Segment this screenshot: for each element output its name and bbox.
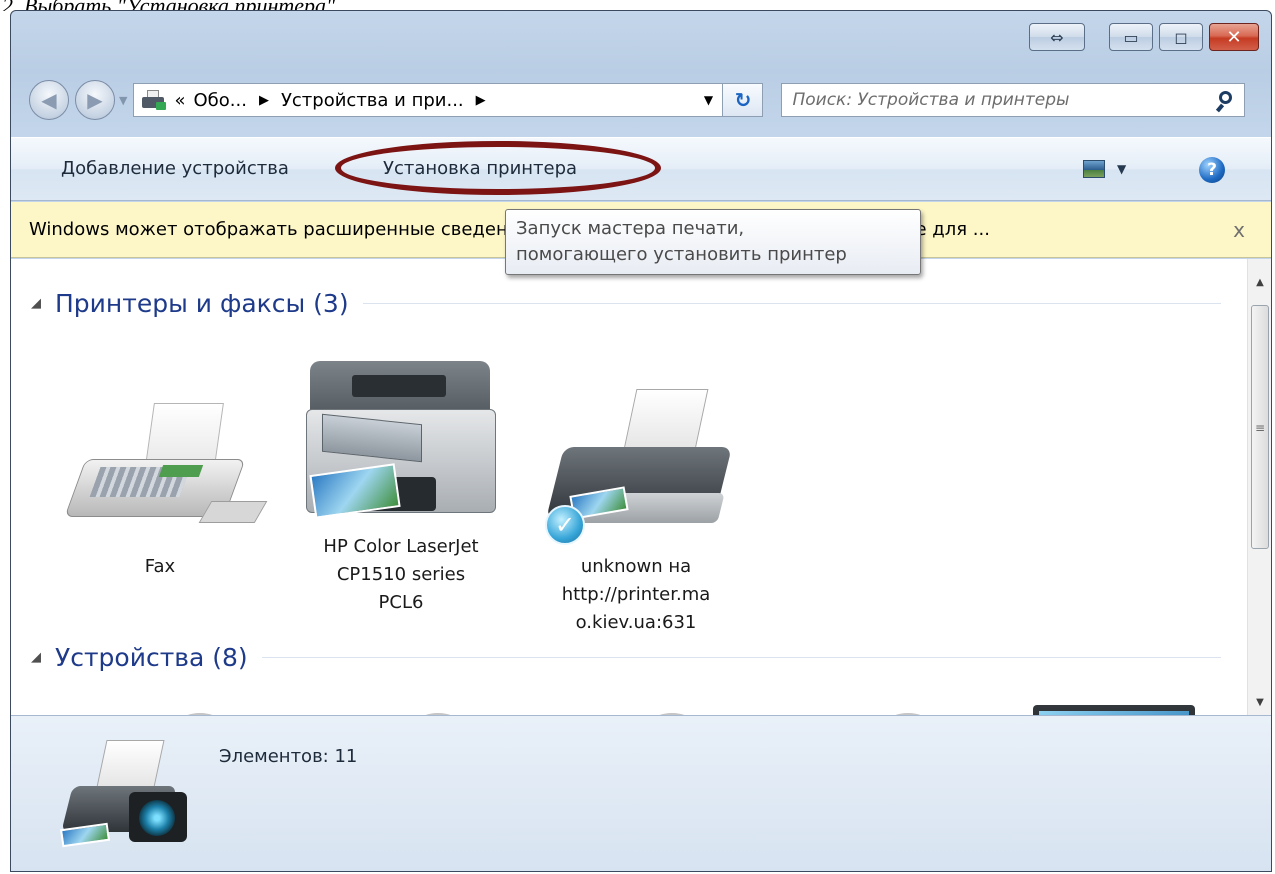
- device-label: o.kiev.ua:631: [575, 612, 697, 633]
- device-label: unknown на: [580, 556, 692, 577]
- scroll-down-icon[interactable]: ▼: [1248, 691, 1271, 715]
- maximize-button[interactable]: ◻: [1159, 23, 1203, 51]
- back-button[interactable]: ◀: [29, 80, 69, 120]
- close-button[interactable]: ✕: [1209, 23, 1259, 51]
- group-header-devices[interactable]: ◢ Устройства (8): [31, 643, 1221, 672]
- group-divider: [261, 657, 1221, 658]
- item-count: Элементов: 11: [219, 746, 358, 767]
- scroll-thumb[interactable]: ≡: [1251, 305, 1269, 549]
- view-dropdown-icon[interactable]: ▼: [1117, 162, 1126, 176]
- search-input[interactable]: [792, 90, 1211, 110]
- info-bar-close-icon[interactable]: x: [1233, 202, 1245, 258]
- breadcrumb-control-panel[interactable]: Обо...: [193, 90, 246, 111]
- default-printer-check-icon: ✓: [545, 505, 585, 545]
- install-printer-tooltip: Запуск мастера печати, помогающего устан…: [505, 209, 921, 275]
- view-icon: [1083, 160, 1105, 178]
- devices-printers-icon: [140, 89, 168, 111]
- device-item-fax[interactable]: Fax: [64, 381, 268, 581]
- resize-button[interactable]: ⇔: [1029, 23, 1085, 51]
- minimize-button[interactable]: ▭: [1109, 23, 1153, 51]
- collapse-icon[interactable]: ◢: [31, 296, 41, 311]
- collapse-icon[interactable]: ◢: [31, 650, 41, 665]
- command-bar: Добавление устройства Установка принтера…: [11, 137, 1271, 201]
- device-label: http://printer.ma: [561, 584, 711, 605]
- multifunction-printer-icon: [306, 361, 496, 529]
- install-printer-button[interactable]: Установка принтера: [383, 158, 577, 179]
- tooltip-line-1: Запуск мастера печати,: [516, 218, 745, 239]
- device-item-hp-color-laserjet[interactable]: HP Color LaserJet CP1510 series PCL6: [306, 361, 496, 617]
- group-divider: [362, 303, 1221, 304]
- devices-printers-large-icon: [57, 740, 187, 850]
- address-bar[interactable]: « Обо... ▶ Устройства и при... ▶ ▼: [133, 83, 724, 117]
- forward-button[interactable]: ▶: [75, 80, 115, 120]
- recent-pages-button[interactable]: ▼: [119, 94, 127, 107]
- search-box: [781, 83, 1246, 117]
- group-title-printers[interactable]: Принтеры и факсы (3): [55, 289, 349, 318]
- navigation-row: ◀ ▶ ▼ « Обо... ▶ Устройства и при... ▶ ▼…: [29, 79, 1261, 121]
- caption-buttons: ⇔ ▭ ◻ ✕: [1029, 23, 1259, 51]
- tooltip-line-2: помогающего установить принтер: [516, 244, 847, 265]
- group-title-devices[interactable]: Устройства (8): [55, 643, 248, 672]
- printer-icon: ✓: [541, 381, 732, 549]
- explorer-window: ⇔ ▭ ◻ ✕ ◀ ▶ ▼ « Обо... ▶ Устройства и пр…: [10, 10, 1272, 872]
- monitor-icon[interactable]: [1033, 705, 1195, 715]
- search-icon[interactable]: [1210, 85, 1244, 115]
- device-item-unknown-printer[interactable]: ✓ unknown на http://printer.ma o.kiev.ua…: [541, 381, 732, 637]
- breadcrumb-separator-icon[interactable]: ▶: [259, 93, 269, 108]
- details-pane: Элементов: 11: [11, 715, 1271, 871]
- group-header-printers[interactable]: ◢ Принтеры и факсы (3): [31, 289, 1221, 318]
- add-device-button[interactable]: Добавление устройства: [61, 158, 289, 179]
- change-view-button[interactable]: ▼: [1083, 160, 1126, 178]
- device-label: CP1510 series: [336, 564, 466, 585]
- forward-arrow-icon: ▶: [87, 88, 103, 112]
- device-list: ◢ Принтеры и факсы (3) Fax HP Color Lase…: [11, 259, 1271, 715]
- vertical-scrollbar[interactable]: ▲ ≡ ▼: [1247, 259, 1271, 715]
- device-label: PCL6: [378, 592, 424, 613]
- help-icon[interactable]: ?: [1199, 157, 1225, 183]
- device-label: HP Color LaserJet: [323, 536, 479, 557]
- breadcrumb-overflow[interactable]: «: [174, 90, 185, 111]
- address-dropdown-icon[interactable]: ▼: [694, 93, 722, 107]
- fax-icon: [64, 381, 268, 549]
- device-label: Fax: [144, 556, 176, 577]
- refresh-button[interactable]: ↻: [723, 83, 764, 117]
- scroll-up-icon[interactable]: ▲: [1248, 271, 1271, 295]
- back-arrow-icon: ◀: [41, 88, 57, 112]
- breadcrumb-separator-icon[interactable]: ▶: [476, 93, 486, 108]
- breadcrumb-devices-printers[interactable]: Устройства и при...: [281, 90, 464, 111]
